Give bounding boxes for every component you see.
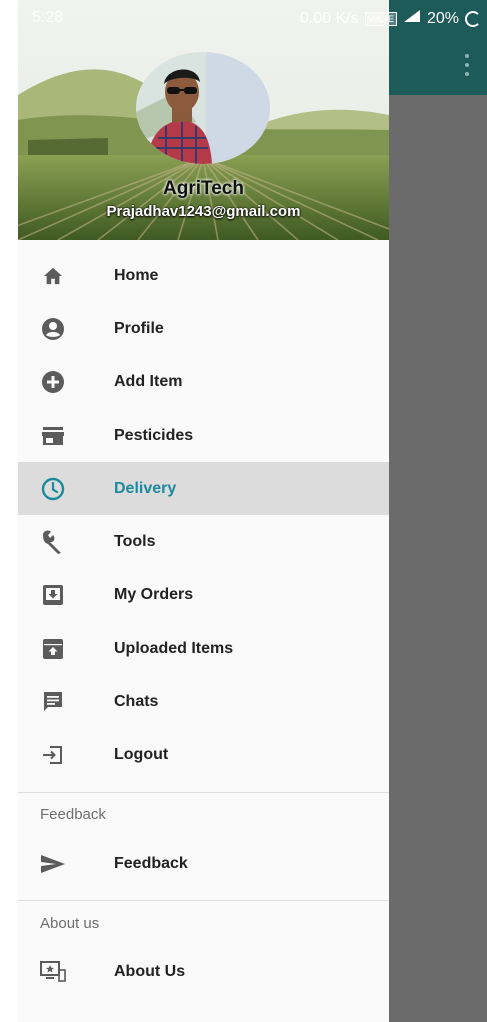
menu-item-label: Tools xyxy=(114,533,156,551)
network-speed: 0.00 K/s xyxy=(299,9,359,27)
signal-icon xyxy=(403,9,421,28)
phone-screen: AgriTech Prajadhav1243@gmail.com Home Pr… xyxy=(18,0,487,1022)
menu-item-label: Uploaded Items xyxy=(114,639,234,657)
logout-icon xyxy=(40,742,66,768)
menu-item-tools[interactable]: Tools xyxy=(18,515,389,568)
profile-avatar[interactable] xyxy=(136,52,270,164)
menu-item-label: About Us xyxy=(114,962,186,980)
battery-icon xyxy=(465,10,481,27)
menu-item-add-item[interactable]: Add Item xyxy=(18,356,389,409)
menu-item-feedback[interactable]: Feedback xyxy=(18,837,389,890)
menu-item-chats[interactable]: Chats xyxy=(18,675,389,728)
upload-box-icon xyxy=(40,636,66,662)
download-box-icon xyxy=(40,582,66,608)
menu-item-logout[interactable]: Logout xyxy=(18,729,389,782)
chat-icon xyxy=(40,689,66,715)
menu-item-label: Delivery xyxy=(114,479,177,497)
menu-item-label: Profile xyxy=(114,319,164,337)
menu-item-label: Feedback xyxy=(114,854,188,872)
add-circle-icon xyxy=(40,369,66,395)
profile-icon xyxy=(40,316,66,342)
menu-item-pesticides[interactable]: Pesticides xyxy=(18,409,389,462)
drawer-menu: Home Profile Add Item Pesticides Deliver… xyxy=(18,249,389,999)
menu-item-my-orders[interactable]: My Orders xyxy=(18,569,389,622)
menu-item-label: Chats xyxy=(114,693,159,711)
status-time: 5:28 xyxy=(32,9,64,26)
menu-item-uploaded-items[interactable]: Uploaded Items xyxy=(18,622,389,675)
navigation-drawer: AgriTech Prajadhav1243@gmail.com Home Pr… xyxy=(18,0,389,1022)
section-title-about: About us xyxy=(40,914,100,932)
section-title-feedback: Feedback xyxy=(40,806,106,824)
user-email: Prajadhav1243@gmail.com xyxy=(106,203,301,220)
desktop-star-icon xyxy=(40,959,66,985)
menu-item-home[interactable]: Home xyxy=(18,249,389,302)
clock-icon xyxy=(40,476,66,502)
menu-item-about-us[interactable]: About Us xyxy=(18,945,389,998)
volte-badge: VoLTE xyxy=(364,11,397,26)
menu-item-label: Logout xyxy=(114,746,169,764)
status-indicators: 0.00 K/s VoLTE 20% xyxy=(300,9,481,28)
menu-item-label: Home xyxy=(114,266,159,284)
store-icon xyxy=(40,423,66,449)
home-icon xyxy=(40,263,66,289)
menu-item-delivery[interactable]: Delivery xyxy=(18,462,389,516)
wrench-icon xyxy=(40,529,66,555)
menu-item-profile[interactable]: Profile xyxy=(18,302,389,355)
overflow-menu-icon[interactable] xyxy=(459,54,475,76)
status-bar: 5:28 0.00 K/s VoLTE 20% xyxy=(18,0,487,34)
menu-item-label: My Orders xyxy=(114,586,194,604)
menu-item-label: Pesticides xyxy=(114,426,194,444)
drawer-header: AgriTech Prajadhav1243@gmail.com xyxy=(18,0,389,240)
menu-item-label: Add Item xyxy=(114,373,183,391)
user-name: AgriTech xyxy=(163,178,244,199)
battery-percent: 20% xyxy=(426,9,459,27)
send-icon xyxy=(40,851,66,877)
